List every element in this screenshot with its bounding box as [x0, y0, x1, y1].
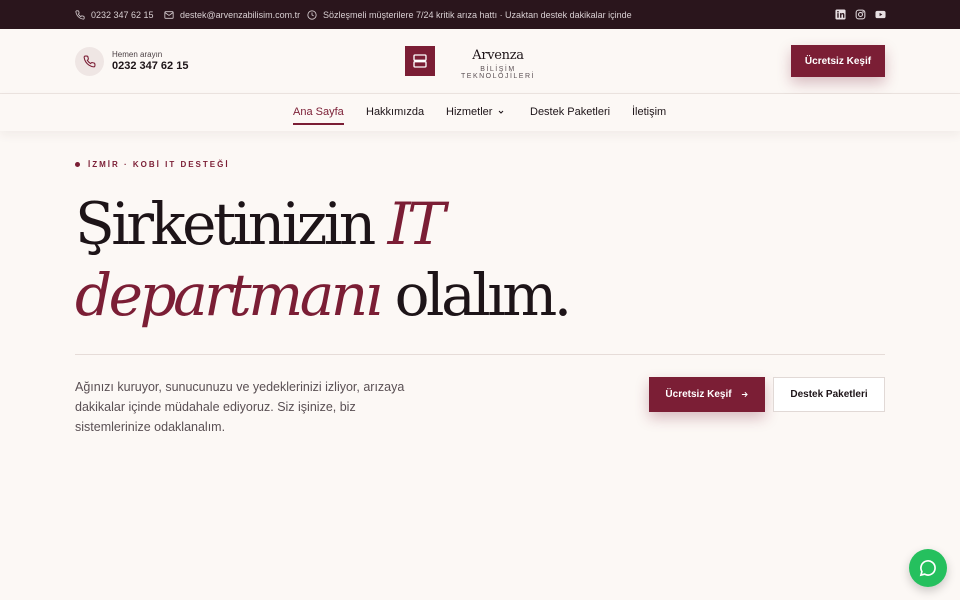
- topbar-notice: Sözleşmeli müşterilere 7/24 kritik arıza…: [307, 0, 632, 29]
- hero-eyebrow-text: İZMİR · KOBİ IT DESTEĞİ: [88, 160, 230, 169]
- nav-item-contact[interactable]: İletişim: [632, 106, 666, 118]
- clock-icon: [307, 9, 317, 20]
- whatsapp-icon: [919, 560, 936, 577]
- hero-eyebrow: İZMİR · KOBİ IT DESTEĞİ: [75, 160, 230, 169]
- header-cta-button[interactable]: Ücretsiz Keşif: [791, 45, 885, 77]
- nav-item-services[interactable]: Hizmetler: [446, 106, 505, 118]
- hero-divider: [75, 354, 885, 355]
- hero-cta-label: Ücretsiz Keşif: [665, 389, 732, 400]
- mail-icon: [164, 10, 174, 19]
- eyebrow-dot: [75, 162, 80, 167]
- nav-item-label: Ana Sayfa: [293, 106, 344, 118]
- topbar-phone-link[interactable]: 0232 347 62 15: [75, 0, 154, 29]
- topbar-email-link[interactable]: destek@arvenzabilisim.com.tr: [164, 0, 300, 29]
- nav-item-support-packages[interactable]: Destek Paketleri: [530, 106, 610, 118]
- hero-title-emphasis: IT: [387, 190, 446, 258]
- server-icon[interactable]: [405, 46, 435, 76]
- nav-item-home[interactable]: Ana Sayfa: [293, 106, 344, 125]
- nav-item-about[interactable]: Hakkımızda: [366, 106, 424, 118]
- topbar-phone: 0232 347 62 15: [91, 9, 154, 20]
- phone-icon[interactable]: [75, 47, 104, 76]
- nav-item-label: Destek Paketleri: [530, 106, 611, 118]
- linkedin-icon[interactable]: [835, 9, 846, 20]
- whatsapp-chat-button[interactable]: [909, 549, 947, 587]
- phone-icon: [75, 9, 85, 20]
- logo-name[interactable]: Arvenza: [442, 48, 554, 63]
- logo-subtitle: BİLİŞİM TEKNOLOJİLERİ: [461, 66, 535, 80]
- topbar-notice-text: Sözleşmeli müşterilere 7/24 kritik arıza…: [323, 9, 632, 20]
- call-number[interactable]: 0232 347 62 15: [112, 60, 188, 72]
- call-label: Hemen arayın: [112, 50, 163, 59]
- hero-description: Ağınızı kuruyor, sunucunuzu ve yedekleri…: [75, 380, 405, 434]
- hero-title-emphasis: departmanı: [75, 261, 383, 329]
- nav-item-label: Hizmetler: [446, 106, 493, 118]
- chevron-down-icon: [499, 110, 504, 114]
- top-bar: 0232 347 62 15 destek@arvenzabilisim.com…: [0, 0, 960, 29]
- hero-title-line1: Şirketinizin IT: [75, 195, 446, 253]
- hero-title-part: olalım.: [379, 261, 573, 329]
- main-nav: Ana Sayfa Hakkımızda Hizmetler Destek Pa…: [0, 94, 960, 131]
- topbar-email: destek@arvenzabilisim.com.tr: [180, 9, 301, 20]
- hero-title-part: Şirketinizin: [75, 190, 388, 258]
- site-header: Hemen arayın 0232 347 62 15 Arvenza BİLİ…: [0, 29, 960, 94]
- hero-title-line2: departmanı olalım.: [75, 266, 572, 324]
- hero-cta-button[interactable]: Ücretsiz Keşif: [649, 377, 765, 412]
- arrow-right-icon: [741, 391, 748, 398]
- nav-item-label: Hakkımızda: [366, 106, 425, 118]
- support-packages-button[interactable]: Destek Paketleri: [773, 377, 885, 412]
- instagram-icon[interactable]: [855, 9, 866, 20]
- youtube-icon[interactable]: [875, 9, 886, 20]
- nav-item-label: İletişim: [632, 106, 667, 118]
